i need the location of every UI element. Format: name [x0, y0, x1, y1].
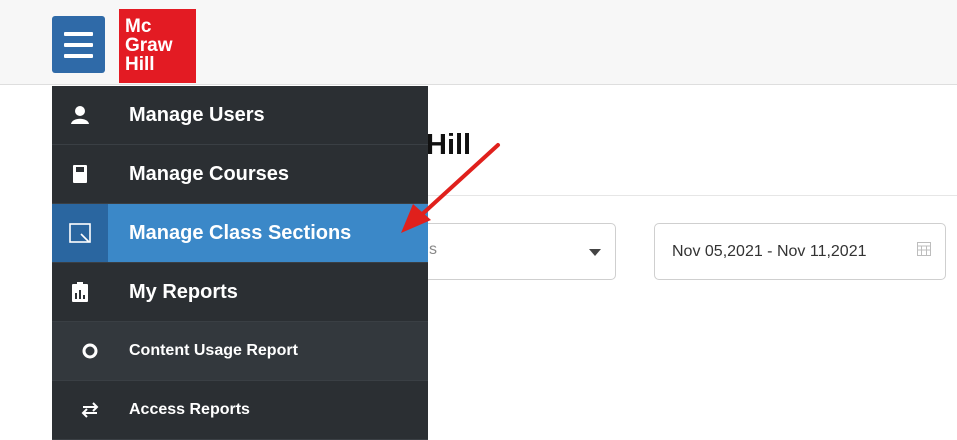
- annotation-arrow: [401, 143, 500, 233]
